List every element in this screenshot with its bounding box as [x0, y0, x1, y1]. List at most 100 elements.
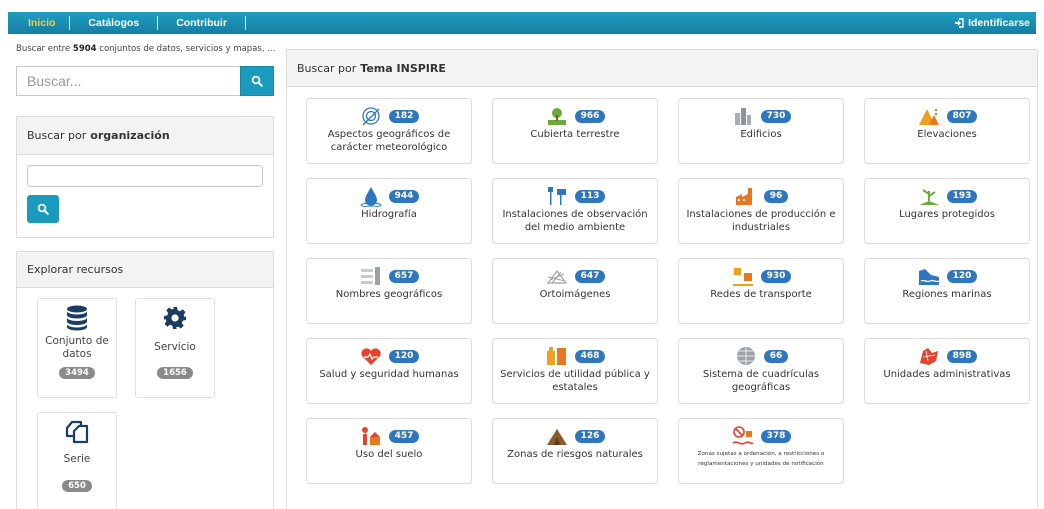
top-navbar: Inicio Catálogos Contribuir Identificars…: [8, 12, 1036, 34]
resource-series-count: 650: [62, 480, 92, 492]
resource-service[interactable]: Servicio 1656: [135, 298, 215, 398]
natural-risk-zones-icon: [546, 429, 567, 445]
main-search: Buscar...: [16, 66, 274, 96]
resource-dataset-label: Conjunto de datos: [45, 335, 109, 360]
tile-header: 898: [865, 345, 1029, 367]
inspire-theme-tile[interactable]: 113 Instalaciones de observación del medi…: [492, 178, 658, 244]
theme-count-badge: 126: [574, 429, 606, 443]
tile-header: 193: [865, 185, 1029, 207]
theme-count-badge: 182: [388, 109, 420, 123]
inspire-theme-tile[interactable]: 126 Zonas de riesgos naturales: [492, 418, 658, 484]
theme-label: Instalaciones de observación del medio a…: [502, 209, 648, 233]
theme-label: Edificios: [740, 129, 782, 140]
inspire-theme-tile[interactable]: 457 Uso del suelo: [306, 418, 472, 484]
count-prefix: Buscar entre: [16, 44, 73, 54]
administrative-units-icon: [919, 348, 938, 365]
inspire-theme-tile[interactable]: 182 Aspectos geográficos de carácter mete…: [306, 98, 472, 164]
buildings-icon: [734, 108, 751, 125]
nav-inicio[interactable]: Inicio: [8, 16, 71, 30]
theme-label: Unidades administrativas: [883, 369, 1011, 380]
theme-count-badge: 468: [574, 349, 606, 363]
search-icon: [37, 203, 49, 215]
tile-header: 120: [307, 345, 471, 367]
theme-count-badge: 730: [760, 109, 792, 123]
org-title-prefix: Buscar por: [27, 129, 87, 142]
theme-count-badge: 193: [946, 189, 978, 203]
theme-label: Lugares protegidos: [899, 209, 995, 220]
inspire-theme-tile[interactable]: 96 Instalaciones de producción e industri…: [678, 178, 844, 244]
org-title-bold: organización: [90, 129, 170, 142]
tile-header: 457: [307, 425, 471, 447]
inspire-theme-tile[interactable]: 657 Nombres geográficos: [306, 258, 472, 324]
theme-count-badge: 966: [574, 109, 606, 123]
theme-count-badge: 378: [760, 429, 792, 443]
inspire-theme-tile[interactable]: 944 Hidrografía: [306, 178, 472, 244]
tile-header: 807: [865, 105, 1029, 127]
theme-label: Servicios de utilidad pública y estatale…: [500, 369, 650, 393]
inspire-panel: Buscar por Tema INSPIRE 182 Aspectos geogr…: [286, 49, 1038, 509]
inspire-theme-tile[interactable]: 468 Servicios de utilidad pública y estat…: [492, 338, 658, 404]
login-link[interactable]: Identificarse: [954, 17, 1036, 29]
protected-sites-icon: [918, 189, 939, 205]
resource-dataset[interactable]: Conjunto de datos 3494: [37, 298, 117, 398]
inspire-theme-tile[interactable]: 730 Edificios: [678, 98, 844, 164]
tile-header: 378: [679, 425, 843, 447]
theme-count-badge: 647: [574, 269, 606, 283]
tile-header: 120: [865, 265, 1029, 287]
inspire-theme-tile[interactable]: 647 Ortoimágenes: [492, 258, 658, 324]
dataset-count: 5904: [72, 44, 97, 54]
theme-count-badge: 120: [388, 349, 420, 363]
inspire-theme-tile[interactable]: 193 Lugares protegidos: [864, 178, 1030, 244]
search-input[interactable]: Buscar...: [16, 66, 240, 96]
theme-label: Regiones marinas: [902, 289, 992, 300]
resource-service-count: 1656: [157, 367, 193, 379]
human-health-icon: [360, 348, 381, 365]
theme-label: Zonas de riesgos naturales: [507, 449, 643, 460]
tile-header: 966: [493, 105, 657, 127]
elevation-icon: [918, 109, 939, 125]
theme-count-badge: 120: [946, 269, 978, 283]
resource-series[interactable]: Serie 650: [37, 412, 117, 509]
orthoimagery-icon: [546, 270, 567, 284]
transport-networks-icon: [732, 268, 753, 286]
industrial-facility-icon: [735, 188, 752, 205]
theme-count-badge: 930: [760, 269, 792, 283]
tile-header: 96: [679, 185, 843, 207]
theme-count-badge: 657: [388, 269, 420, 283]
search-icon: [251, 75, 263, 87]
tile-header: 126: [493, 425, 657, 447]
theme-label: Cubierta terrestre: [530, 129, 620, 140]
inspire-theme-tile[interactable]: 66 Sistema de cuadrículas geográficas: [678, 338, 844, 404]
inspire-theme-tile[interactable]: 966 Cubierta terrestre: [492, 98, 658, 164]
inspire-theme-tile[interactable]: 807 Elevaciones: [864, 98, 1030, 164]
resource-series-label: Serie: [63, 453, 91, 465]
tile-header: 182: [307, 105, 471, 127]
inspire-title-bold: Tema INSPIRE: [360, 61, 446, 75]
inspire-theme-tile[interactable]: 898 Unidades administrativas: [864, 338, 1030, 404]
theme-label: Elevaciones: [917, 129, 977, 140]
inspire-theme-tile[interactable]: 378 Zonas sujetas a ordenación, a restric…: [678, 418, 844, 484]
hydrography-icon: [360, 187, 382, 207]
theme-label: Salud y seguridad humanas: [319, 369, 459, 380]
theme-count-badge: 944: [388, 189, 420, 203]
theme-label: Instalaciones de producción e industrial…: [686, 209, 836, 233]
nav-contribuir[interactable]: Contribuir: [158, 16, 246, 30]
login-label: Identificarse: [968, 17, 1030, 29]
inspire-theme-tile[interactable]: 120 Salud y seguridad humanas: [306, 338, 472, 404]
theme-count-badge: 113: [574, 189, 606, 203]
tile-header: 66: [679, 345, 843, 367]
organization-input[interactable]: [27, 165, 263, 187]
search-button[interactable]: [240, 66, 274, 96]
tile-header: 657: [307, 265, 471, 287]
nav-catalogos[interactable]: Catálogos: [70, 16, 159, 30]
organization-panel: Buscar por organización: [16, 116, 274, 238]
inspire-theme-tile[interactable]: 930 Redes de transporte: [678, 258, 844, 324]
monitoring-facility-icon: [547, 187, 566, 205]
tile-header: 944: [307, 185, 471, 207]
organization-search-button[interactable]: [27, 195, 59, 223]
inspire-theme-tile[interactable]: 120 Regiones marinas: [864, 258, 1030, 324]
tile-header: 647: [493, 265, 657, 287]
count-suffix: conjuntos de datos, servicios y mapas, .…: [96, 44, 276, 54]
theme-label: Hidrografía: [361, 209, 417, 220]
dataset-count-line: Buscar entre 5904 conjuntos de datos, se…: [16, 44, 276, 58]
